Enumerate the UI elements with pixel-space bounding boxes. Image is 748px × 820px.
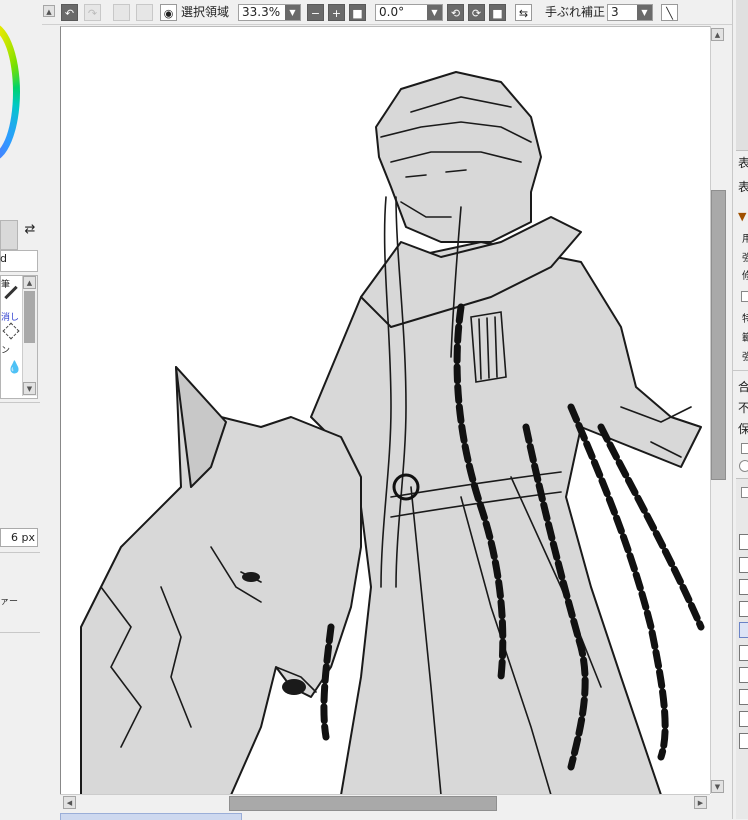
flip-horizontal-button[interactable]: ⇆	[515, 4, 532, 21]
layer-visibility-checkbox[interactable]	[741, 487, 748, 498]
stabilizer-select[interactable]: 3 ▼	[607, 4, 653, 21]
rotate-cw-button[interactable]: ⟳	[468, 4, 485, 21]
eye-icon[interactable]: ◉	[160, 4, 177, 21]
scroll-down-icon[interactable]: ▼	[23, 382, 36, 395]
rp-label-2: 表	[738, 180, 748, 194]
swap-colors-icon[interactable]: ⇄	[22, 222, 38, 238]
rp-label-4: 強	[742, 253, 748, 265]
chevron-down-icon: ▼	[285, 5, 300, 20]
rp-label-opacity: 不	[738, 401, 748, 415]
eraser-icon	[2, 322, 20, 340]
wolf-nose	[282, 679, 306, 695]
rp-section-header[interactable]: ▼ 特	[738, 210, 748, 224]
scroll-right-icon[interactable]: ▶	[694, 796, 707, 809]
zoom-out-button[interactable]: −	[307, 4, 324, 21]
rp-label-protect: 保	[738, 422, 748, 436]
rp-label-3: 用	[742, 234, 748, 246]
layer-thumb[interactable]	[739, 711, 748, 727]
invert-selection-button[interactable]	[136, 4, 153, 21]
rp-label-blend: 合	[738, 380, 748, 394]
zoom-in-button[interactable]: +	[328, 4, 345, 21]
zoom-select[interactable]: 33.3% ▼	[238, 4, 301, 21]
layer-thumb[interactable]	[739, 579, 748, 595]
selection-label: 選択領域	[181, 5, 230, 19]
misc-label: ァー	[0, 597, 19, 607]
zoom-reset-button[interactable]: ■	[349, 4, 366, 21]
rotate-ccw-button[interactable]: ⟲	[447, 4, 464, 21]
rp-checkbox-2[interactable]	[741, 443, 748, 454]
scroll-up-icon[interactable]: ▲	[711, 28, 724, 41]
scroll-up-icon[interactable]: ▲	[23, 276, 36, 289]
layer-list	[736, 478, 748, 819]
scroll-corner	[711, 796, 724, 809]
rp-label-5: 修	[742, 271, 748, 283]
line-tool-icon[interactable]: ╲	[661, 4, 678, 21]
layer-thumb[interactable]	[739, 601, 748, 617]
layer-thumb[interactable]	[739, 534, 748, 550]
layer-thumb[interactable]	[739, 557, 748, 573]
layer-thumb[interactable]	[739, 689, 748, 705]
tool-item-blur[interactable]: ン	[1, 346, 10, 357]
rp-label-7: 範	[742, 333, 748, 345]
layer-thumb-selected[interactable]	[739, 622, 748, 638]
stabilizer-label: 手ぶれ補正	[545, 5, 606, 19]
scroll-down-icon[interactable]: ▼	[711, 780, 724, 793]
rp-radio[interactable]	[739, 460, 748, 472]
undo-button[interactable]: ↶	[61, 4, 78, 21]
brush-size-field[interactable]: 6 px	[0, 528, 38, 547]
layer-thumb[interactable]	[739, 667, 748, 683]
color-field-label: d	[0, 252, 7, 265]
rotation-value: 0.0°	[379, 5, 405, 19]
rp-label-8: 強	[742, 352, 748, 364]
left-panel: ⇄ d 筆 消し ン 💧 ▲ ▼ 6 px ァー	[0, 0, 42, 819]
rp-label-6: 特	[742, 314, 748, 326]
layer-thumb[interactable]	[739, 645, 748, 661]
layer-thumb[interactable]	[739, 733, 748, 749]
deselect-button[interactable]	[113, 4, 130, 21]
scroll-thumb[interactable]	[24, 291, 35, 343]
rotation-select[interactable]: 0.0° ▼	[375, 4, 443, 21]
scroll-left-icon[interactable]: ◀	[63, 796, 76, 809]
tool-list-scrollbar[interactable]: ▲ ▼	[22, 276, 37, 396]
artwork	[80, 71, 705, 796]
water-drop-icon: 💧	[7, 360, 22, 374]
chevron-down-icon: ▼	[637, 5, 652, 20]
rp-checkbox-1[interactable]	[741, 291, 748, 302]
collapse-arrow-icon[interactable]: ▲	[43, 5, 55, 17]
chevron-down-icon: ▼	[427, 5, 442, 20]
drawing-canvas[interactable]	[60, 26, 711, 796]
rp-label-1: 表	[738, 156, 748, 170]
horizontal-scroll-thumb[interactable]	[229, 796, 497, 811]
navigator-area	[736, 0, 748, 151]
right-panel: 表 表 ▼ 特 用 強 修 特 範 強 合 不 保	[732, 0, 748, 819]
tool-item-brush[interactable]: 筆	[1, 280, 10, 291]
vertical-scroll-thumb[interactable]	[711, 190, 726, 480]
stabilizer-value: 3	[611, 5, 619, 19]
redo-button[interactable]: ↷	[84, 4, 101, 21]
main-color-swatch[interactable]	[0, 220, 18, 250]
rotate-reset-button[interactable]: ■	[489, 4, 506, 21]
wolf-eye	[242, 572, 260, 582]
color-wheel[interactable]	[0, 22, 20, 162]
zoom-value: 33.3%	[242, 5, 281, 19]
